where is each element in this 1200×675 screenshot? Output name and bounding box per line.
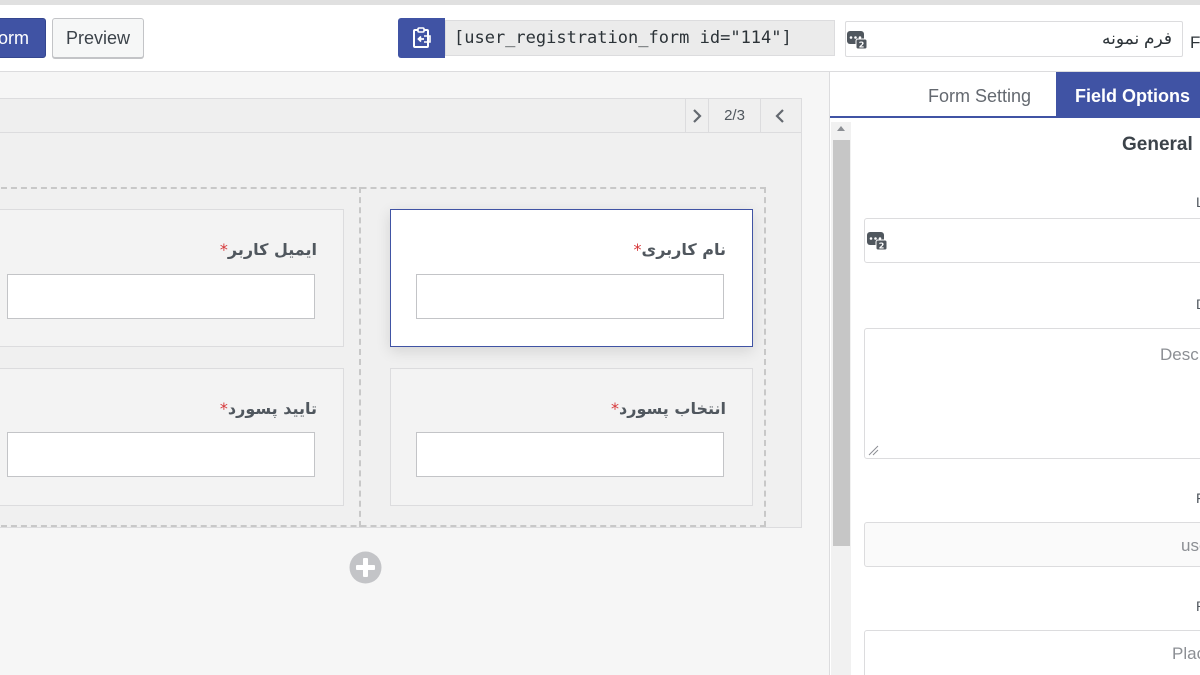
field-label: تایید پسورد*: [219, 399, 317, 418]
field-name-value: use: [1181, 536, 1200, 555]
update-form-button[interactable]: orm: [0, 18, 46, 58]
field-options-sidebar: Form Setting Field Options General L 2 D…: [829, 72, 1200, 675]
description-placeholder: Desc: [1160, 345, 1199, 364]
preview-button[interactable]: Preview: [52, 18, 144, 58]
form-page-panel: 2/3 نام کاربری* ایمیل کاربر* انتخاب پسور…: [0, 98, 802, 528]
description-label: D: [1196, 296, 1200, 312]
confirm-password-field-card[interactable]: تایید پسورد*: [0, 368, 344, 506]
label-field-label: L: [1196, 194, 1200, 210]
form-builder-toolbar: orm Preview [user_registration_form id="…: [0, 5, 1200, 72]
field-name-label: F: [1196, 490, 1200, 506]
copy-shortcode-button[interactable]: [398, 18, 445, 58]
username-field-card[interactable]: نام کاربری*: [390, 209, 753, 347]
email-field-card[interactable]: ایمیل کاربر*: [0, 209, 344, 347]
field-label: نام کاربری*: [633, 240, 726, 259]
scroll-up-arrow[interactable]: [837, 126, 845, 131]
field-label: ایمیل کاربر*: [219, 240, 317, 259]
next-page-button[interactable]: [685, 99, 709, 133]
form-builder-canvas: 2/3 نام کاربری* ایمیل کاربر* انتخاب پسور…: [0, 72, 829, 675]
previous-page-button[interactable]: [763, 99, 797, 133]
tab-form-setting[interactable]: Form Setting: [928, 86, 1031, 107]
form-title-label: F: [1190, 33, 1200, 52]
field-id-badge-icon: 2: [847, 31, 868, 50]
confirm-password-input-preview[interactable]: [7, 432, 315, 477]
svg-text:2: 2: [879, 242, 885, 251]
description-textarea[interactable]: Desc: [864, 328, 1200, 459]
field-name-input[interactable]: use: [864, 522, 1200, 567]
field-id-badge-icon: 2: [867, 232, 888, 251]
username-input-preview[interactable]: [416, 274, 724, 319]
clipboard-icon: [412, 27, 431, 48]
placeholder-input[interactable]: Plac: [864, 630, 1200, 675]
shortcode-field[interactable]: [user_registration_form id="114"]: [445, 20, 835, 56]
field-label: انتخاب پسورد*: [611, 399, 726, 418]
page-count: 2/3: [709, 99, 761, 133]
placeholder-label: P: [1196, 598, 1200, 614]
password-field-card[interactable]: انتخاب پسورد*: [390, 368, 753, 506]
chevron-left-icon: [775, 109, 784, 123]
add-circle-icon[interactable]: [349, 551, 382, 584]
chevron-right-icon: [693, 109, 702, 123]
placeholder-value: Plac: [1172, 644, 1200, 663]
svg-text:2: 2: [859, 41, 865, 50]
email-input-preview[interactable]: [7, 274, 315, 319]
page-pager: 2/3: [0, 99, 801, 133]
sidebar-scrollbar[interactable]: [831, 122, 851, 675]
scroll-thumb[interactable]: [833, 140, 850, 546]
column-divider: [359, 187, 361, 527]
field-label-input[interactable]: 2: [864, 218, 1200, 263]
sidebar-tabs: Form Setting Field Options: [830, 72, 1200, 118]
general-section-title: General: [1122, 134, 1193, 155]
tab-field-options[interactable]: Field Options: [1056, 72, 1200, 116]
form-title-input[interactable]: فرم نمونه: [845, 21, 1183, 57]
password-input-preview[interactable]: [416, 432, 724, 477]
resize-handle-icon[interactable]: [867, 444, 879, 456]
